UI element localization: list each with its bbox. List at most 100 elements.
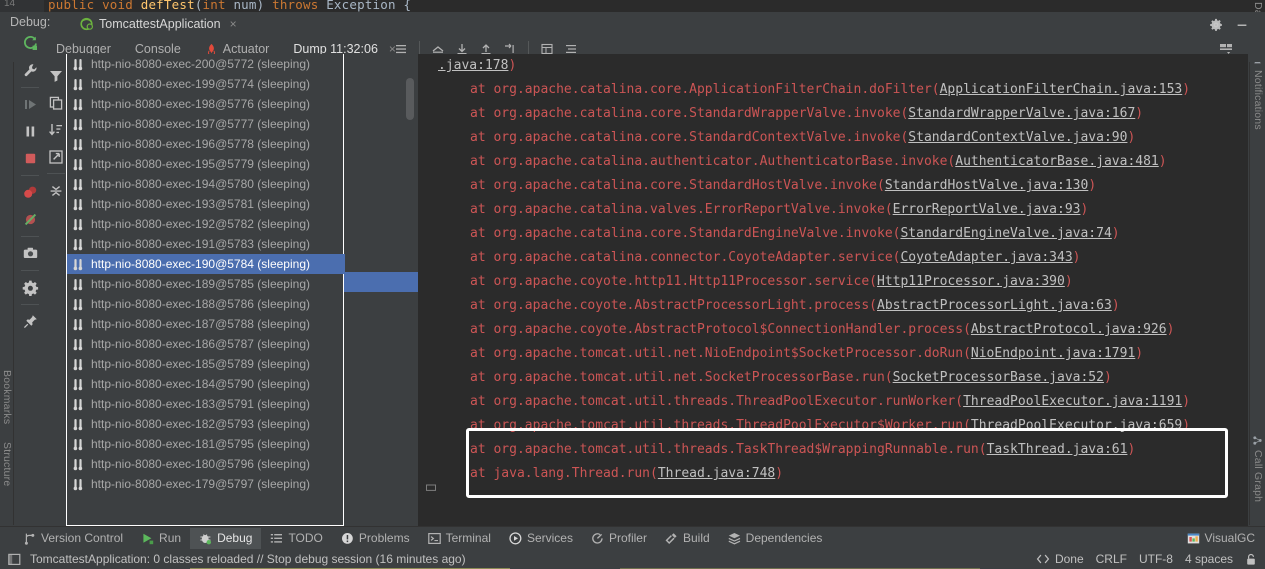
close-icon[interactable]: × <box>230 17 237 31</box>
stack-frame-link[interactable]: AbstractProcessorLight.java:63 <box>877 298 1112 313</box>
tool-window-terminal[interactable]: Terminal <box>419 528 500 549</box>
stack-trace-line[interactable]: at org.apache.catalina.core.ApplicationF… <box>418 78 1248 102</box>
thread-list-item[interactable]: http-nio-8080-exec-192@5782 (sleeping) <box>67 214 345 234</box>
camera-snapshot-icon[interactable] <box>17 240 43 267</box>
stack-frame-link[interactable]: ThreadPoolExecutor.java:1191 <box>963 394 1182 409</box>
stack-frame-link[interactable]: TaskThread.java:61 <box>987 442 1128 457</box>
stack-trace-line[interactable]: at org.apache.tomcat.util.threads.TaskTh… <box>418 438 1248 462</box>
stack-frame-link[interactable]: StandardHostValve.java:130 <box>885 178 1089 193</box>
toggle-toolwindows-icon[interactable] <box>8 553 21 566</box>
tool-window-visualgc[interactable]: VisualGC <box>1187 531 1255 545</box>
stop-program-icon[interactable] <box>17 145 43 172</box>
thread-list-item[interactable]: http-nio-8080-exec-195@5779 (sleeping) <box>67 154 345 174</box>
thread-list-item[interactable]: http-nio-8080-exec-186@5787 (sleeping) <box>67 334 345 354</box>
thread-list-item[interactable]: http-nio-8080-exec-184@5790 (sleeping) <box>67 374 345 394</box>
stack-frame-link[interactable]: SocketProcessorBase.java:52 <box>893 370 1104 385</box>
stack-trace-line[interactable]: at org.apache.coyote.AbstractProtocol$Co… <box>418 318 1248 342</box>
stack-frame-link[interactable]: .java:178 <box>438 58 508 73</box>
stack-frame-link[interactable]: StandardContextValve.java:90 <box>908 130 1127 145</box>
thread-list-item[interactable]: http-nio-8080-exec-193@5781 (sleeping) <box>67 194 345 214</box>
stack-frame-text: at org.apache.catalina.core.StandardEngi… <box>470 226 901 241</box>
tool-window-todo[interactable]: TODO <box>261 528 331 549</box>
stack-trace-line[interactable]: at org.apache.tomcat.util.net.SocketProc… <box>418 366 1248 390</box>
sidebar-item-structure[interactable]: Structure <box>1 442 13 486</box>
thread-list-item[interactable]: http-nio-8080-exec-179@5797 (sleeping) <box>67 474 345 494</box>
stack-trace-panel[interactable]: .java:178) at org.apache.catalina.core.Ap… <box>418 54 1248 526</box>
stack-frame-link[interactable]: ThreadPoolExecutor.java:659 <box>971 418 1182 433</box>
settings-gear-icon[interactable] <box>1207 16 1225 34</box>
run-configuration-tab[interactable]: TomcattestApplication × <box>76 13 241 35</box>
status-encoding[interactable]: UTF-8 <box>1139 552 1173 566</box>
stack-trace-line[interactable]: at org.apache.tomcat.util.threads.Thread… <box>418 414 1248 438</box>
thread-list-item[interactable]: http-nio-8080-exec-187@5788 (sleeping) <box>67 314 345 334</box>
tool-window-run[interactable]: Run <box>132 528 190 549</box>
settings-gear-icon[interactable] <box>17 274 43 301</box>
stack-trace-line[interactable]: at java.lang.Thread.run(Thread.java:748) <box>418 462 1248 486</box>
stack-frame-link[interactable]: Thread.java:748 <box>658 466 775 481</box>
lock-icon[interactable] <box>1245 553 1257 566</box>
tool-window-problems[interactable]: Problems <box>332 528 419 549</box>
thread-list-item[interactable]: http-nio-8080-exec-191@5783 (sleeping) <box>67 234 345 254</box>
stack-trace-line[interactable]: at org.apache.catalina.core.StandardWrap… <box>418 102 1248 126</box>
stack-trace-line[interactable]: at org.apache.catalina.core.StandardEngi… <box>418 222 1248 246</box>
thread-list-item[interactable]: http-nio-8080-exec-196@5778 (sleeping) <box>67 134 345 154</box>
stack-frame-link[interactable]: CoyoteAdapter.java:343 <box>900 250 1072 265</box>
stack-frame-link[interactable]: StandardWrapperValve.java:167 <box>908 106 1135 121</box>
thread-list-item[interactable]: http-nio-8080-exec-181@5795 (sleeping) <box>67 434 345 454</box>
thread-list-item[interactable]: http-nio-8080-exec-190@5784 (sleeping) <box>67 254 345 274</box>
stack-frame-link[interactable]: ErrorReportValve.java:93 <box>893 202 1081 217</box>
minimize-icon[interactable] <box>1233 16 1251 34</box>
thread-list-item[interactable]: http-nio-8080-exec-188@5786 (sleeping) <box>67 294 345 314</box>
pin-tab-icon[interactable] <box>17 308 43 335</box>
thread-list-item[interactable]: http-nio-8080-exec-200@5772 (sleeping) <box>67 54 345 74</box>
stack-trace-line[interactable]: at org.apache.catalina.core.StandardHost… <box>418 174 1248 198</box>
tool-window-build[interactable]: Build <box>656 528 719 549</box>
stack-trace-line[interactable]: at org.apache.catalina.authenticator.Aut… <box>418 150 1248 174</box>
mute-breakpoints-icon[interactable] <box>17 206 43 233</box>
stack-trace-line[interactable]: .java:178) <box>418 54 1248 78</box>
sidebar-item-bookmarks[interactable]: Bookmarks <box>1 370 13 424</box>
status-indent[interactable]: 4 spaces <box>1185 552 1233 566</box>
thread-list-item[interactable]: http-nio-8080-exec-182@5793 (sleeping) <box>67 414 345 434</box>
stack-frame-link[interactable]: AbstractProtocol.java:926 <box>971 322 1167 337</box>
sidebar-item-call-graph[interactable]: Call Graph <box>1252 450 1264 502</box>
fold-marker-icon[interactable] <box>426 482 438 494</box>
wrench-settings-icon[interactable] <box>17 57 43 84</box>
thread-list-item[interactable]: http-nio-8080-exec-183@5791 (sleeping) <box>67 394 345 414</box>
stack-frame-link[interactable]: AuthenticatorBase.java:481 <box>955 154 1159 169</box>
tool-window-debug[interactable]: Debug <box>190 527 262 549</box>
stack-trace-line[interactable]: at org.apache.tomcat.util.net.NioEndpoin… <box>418 342 1248 366</box>
thread-list-item[interactable]: http-nio-8080-exec-180@5796 (sleeping) <box>67 454 345 474</box>
threads-list[interactable]: http-nio-8080-exec-200@5772 (sleeping) ht… <box>67 54 345 525</box>
thread-list-item[interactable]: http-nio-8080-exec-198@5776 (sleeping) <box>67 94 345 114</box>
thread-icon <box>73 358 85 371</box>
thread-list-item[interactable]: http-nio-8080-exec-185@5789 (sleeping) <box>67 354 345 374</box>
threads-scrollbar[interactable] <box>406 78 414 120</box>
status-done[interactable]: Done <box>1036 552 1084 566</box>
stack-trace-line[interactable]: at org.apache.tomcat.util.threads.Thread… <box>418 390 1248 414</box>
stack-frame-link[interactable]: ApplicationFilterChain.java:153 <box>940 82 1183 97</box>
view-breakpoints-icon[interactable] <box>17 179 43 206</box>
stack-trace-line[interactable]: at org.apache.coyote.AbstractProcessorLi… <box>418 294 1248 318</box>
stack-trace-line[interactable]: at org.apache.catalina.core.StandardCont… <box>418 126 1248 150</box>
rerun-debug-icon[interactable] <box>17 30 43 57</box>
tool-window-services[interactable]: Services <box>500 528 582 549</box>
stack-frame-text: at org.apache.tomcat.util.threads.TaskTh… <box>470 442 987 457</box>
status-line-separator[interactable]: CRLF <box>1096 552 1127 566</box>
stack-trace-line[interactable]: at org.apache.catalina.valves.ErrorRepor… <box>418 198 1248 222</box>
thread-list-item[interactable]: http-nio-8080-exec-199@5774 (sleeping) <box>67 74 345 94</box>
stack-frame-link[interactable]: NioEndpoint.java:1791 <box>971 346 1135 361</box>
stack-trace-line[interactable]: at org.apache.catalina.connector.CoyoteA… <box>418 246 1248 270</box>
stack-trace-line[interactable]: at org.apache.coyote.http11.Http11Proces… <box>418 270 1248 294</box>
stack-frame-link[interactable]: StandardEngineValve.java:74 <box>900 226 1111 241</box>
tool-window-version-control[interactable]: Version Control <box>14 528 132 549</box>
tool-window-profiler[interactable]: Profiler <box>582 528 656 549</box>
thread-list-item[interactable]: http-nio-8080-exec-197@5777 (sleeping) <box>67 114 345 134</box>
resume-program-icon[interactable] <box>17 91 43 118</box>
thread-list-item[interactable]: http-nio-8080-exec-194@5780 (sleeping) <box>67 174 345 194</box>
stack-frame-link[interactable]: Http11Processor.java:390 <box>877 274 1065 289</box>
tool-window-dependencies[interactable]: Dependencies <box>719 528 832 549</box>
thread-list-item[interactable]: http-nio-8080-exec-189@5785 (sleeping) <box>67 274 345 294</box>
pause-program-icon[interactable] <box>17 118 43 145</box>
sidebar-item-notifications[interactable]: Notifications <box>1252 70 1264 130</box>
